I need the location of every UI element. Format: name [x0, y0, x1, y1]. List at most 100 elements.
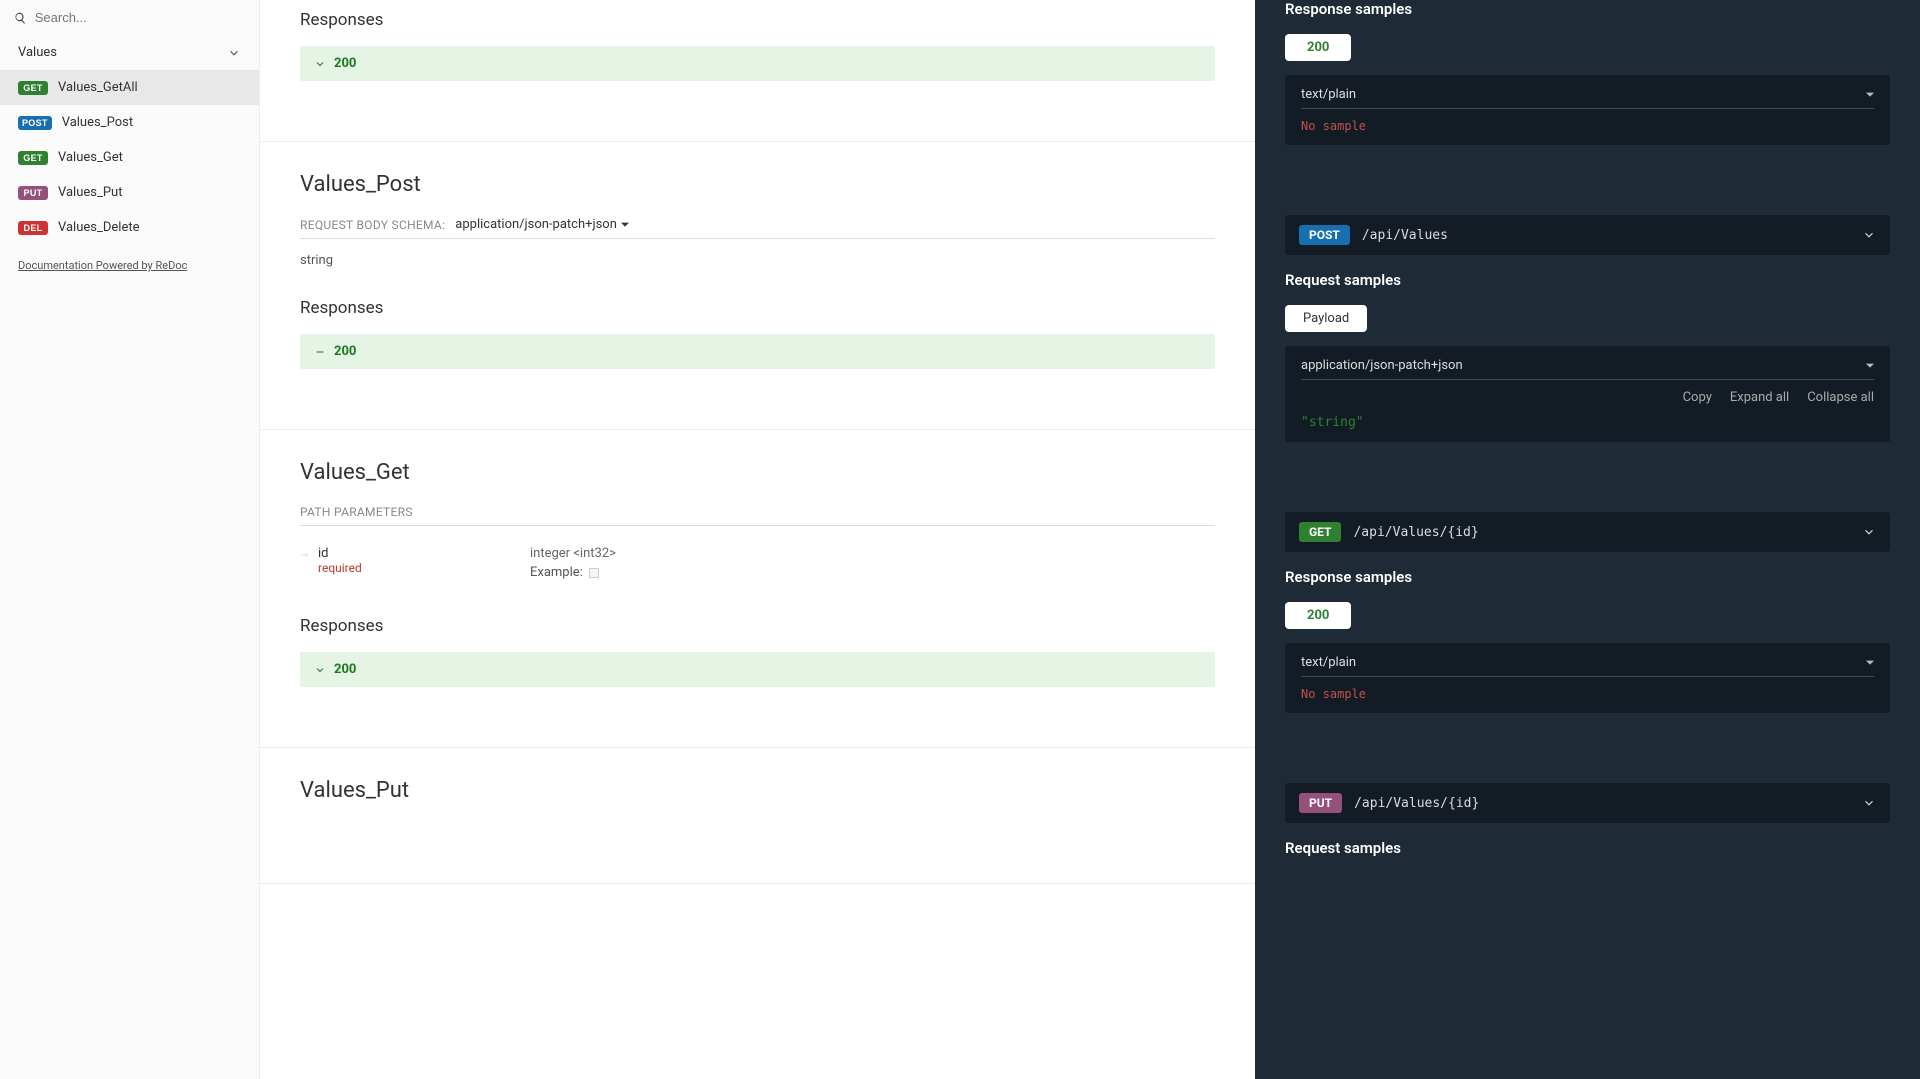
- method-badge-put: PUT: [1299, 793, 1342, 813]
- request-body-schema-row: REQUEST BODY SCHEMA: application/json-pa…: [300, 217, 1215, 239]
- code-actions: Copy Expand all Collapse all: [1301, 390, 1874, 405]
- response-sample-block-get: GET /api/Values/{id} Response samples 20…: [1285, 492, 1890, 763]
- method-badge-get: GET: [1299, 522, 1341, 542]
- payload-tab[interactable]: Payload: [1285, 305, 1367, 332]
- response-code: 200: [334, 56, 356, 71]
- content-type-selector[interactable]: text/plain: [1301, 87, 1874, 109]
- response-200-toggle[interactable]: 200: [300, 334, 1215, 369]
- samples-panel: Response samples 200 text/plain No sampl…: [1255, 0, 1920, 1079]
- sidebar-group-label: Values: [18, 45, 57, 60]
- operation-title: Values_Get: [300, 460, 1215, 485]
- endpoint-path: /api/Values: [1362, 228, 1850, 243]
- sidebar-item-label: Values_Put: [58, 185, 122, 200]
- method-badge-get: GET: [18, 81, 48, 95]
- status-tab-200[interactable]: 200: [1285, 34, 1351, 61]
- search-input[interactable]: [35, 10, 245, 25]
- caret-down-icon: [1866, 91, 1874, 99]
- response-code: 200: [334, 344, 356, 359]
- search-field[interactable]: [0, 0, 259, 35]
- main-content: Responses 200 Values_Post REQUEST BODY S…: [260, 0, 1255, 1079]
- sidebar-item-label: Values_Post: [62, 115, 133, 130]
- sidebar-item-label: Values_Get: [58, 150, 123, 165]
- method-badge-post: POST: [1299, 225, 1350, 245]
- no-sample-text: No sample: [1301, 687, 1874, 701]
- responses-heading: Responses: [300, 616, 1215, 636]
- operation-title: Values_Post: [300, 172, 1215, 197]
- request-body-schema-label: REQUEST BODY SCHEMA:: [300, 218, 445, 232]
- endpoint-bar-get[interactable]: GET /api/Values/{id}: [1285, 512, 1890, 552]
- param-required: required: [318, 561, 362, 575]
- collapse-all-button[interactable]: Collapse all: [1807, 390, 1874, 405]
- sidebar-item-label: Values_Delete: [58, 220, 139, 235]
- param-name: id: [318, 546, 362, 561]
- sample-body: "string": [1301, 415, 1874, 430]
- copy-button[interactable]: Copy: [1683, 390, 1712, 405]
- response-samples-heading: Response samples: [1285, 568, 1890, 586]
- status-tab-200[interactable]: 200: [1285, 602, 1351, 629]
- endpoint-bar-put[interactable]: PUT /api/Values/{id}: [1285, 783, 1890, 823]
- method-badge-get: GET: [18, 151, 48, 165]
- content-type-value: text/plain: [1301, 655, 1356, 670]
- content-type-value: application/json-patch+json: [1301, 358, 1463, 373]
- operation-section-get: Values_Get PATH PARAMETERS id required i…: [260, 430, 1255, 748]
- param-example-label: Example:: [530, 565, 583, 580]
- sidebar-item-values-getall[interactable]: GET Values_GetAll: [0, 70, 259, 105]
- operation-section-post: Values_Post REQUEST BODY SCHEMA: applica…: [260, 142, 1255, 430]
- sidebar-item-values-post[interactable]: POST Values_Post: [0, 105, 259, 140]
- request-samples-heading: Request samples: [1285, 271, 1890, 289]
- chevron-down-icon: [314, 58, 326, 70]
- sidebar-item-values-put[interactable]: PUT Values_Put: [0, 175, 259, 210]
- endpoint-path: /api/Values/{id}: [1354, 796, 1850, 811]
- response-code: 200: [334, 662, 356, 677]
- minus-icon: [314, 346, 326, 358]
- content-type-value: application/json-patch+json: [455, 217, 617, 232]
- sidebar-item-label: Values_GetAll: [58, 80, 138, 95]
- path-parameters-heading: PATH PARAMETERS: [300, 505, 1215, 526]
- sidebar-group-values[interactable]: Values: [0, 35, 259, 70]
- search-icon: [14, 11, 27, 25]
- sidebar: Values GET Values_GetAll POST Values_Pos…: [0, 0, 260, 1079]
- endpoint-bar-post[interactable]: POST /api/Values: [1285, 215, 1890, 255]
- chevron-down-icon: [1862, 796, 1876, 810]
- operation-title: Values_Put: [300, 778, 1215, 803]
- operation-section-getall: Responses 200: [260, 0, 1255, 142]
- sample-box: text/plain No sample: [1285, 75, 1890, 145]
- operation-section-put: Values_Put: [260, 748, 1255, 884]
- param-row-id: id required integer <int32> Example:: [300, 540, 1215, 586]
- schema-type: string: [300, 253, 1215, 268]
- request-sample-block-put: PUT /api/Values/{id} Request samples: [1285, 763, 1890, 923]
- sample-box: application/json-patch+json Copy Expand …: [1285, 346, 1890, 442]
- chevron-down-icon: [227, 46, 241, 60]
- chevron-down-icon: [1862, 525, 1876, 539]
- content-type-value: text/plain: [1301, 87, 1356, 102]
- responses-heading: Responses: [300, 298, 1215, 318]
- powered-by-link[interactable]: Documentation Powered by ReDoc: [0, 245, 259, 286]
- caret-down-icon: [1866, 659, 1874, 667]
- chevron-down-icon: [1862, 228, 1876, 242]
- content-type-selector[interactable]: application/json-patch+json: [455, 217, 629, 232]
- response-200-toggle[interactable]: 200: [300, 652, 1215, 687]
- sample-box: text/plain No sample: [1285, 643, 1890, 713]
- request-samples-heading: Request samples: [1285, 839, 1890, 857]
- request-sample-block-post: POST /api/Values Request samples Payload…: [1285, 195, 1890, 492]
- response-samples-heading: Response samples: [1285, 0, 1890, 18]
- caret-down-icon: [1866, 362, 1874, 370]
- content-type-selector[interactable]: text/plain: [1301, 655, 1874, 677]
- chevron-down-icon: [314, 664, 326, 676]
- param-example-value: [589, 568, 599, 578]
- response-sample-block-getall: Response samples 200 text/plain No sampl…: [1285, 0, 1890, 195]
- param-type: integer <int32>: [530, 546, 616, 561]
- endpoint-path: /api/Values/{id}: [1353, 525, 1850, 540]
- arrow-icon: [300, 550, 310, 560]
- no-sample-text: No sample: [1301, 119, 1874, 133]
- method-badge-post: POST: [18, 116, 52, 130]
- method-badge-put: PUT: [18, 186, 48, 200]
- responses-heading: Responses: [300, 10, 1215, 30]
- expand-all-button[interactable]: Expand all: [1730, 390, 1789, 405]
- sidebar-item-values-delete[interactable]: DEL Values_Delete: [0, 210, 259, 245]
- content-type-selector[interactable]: application/json-patch+json: [1301, 358, 1874, 380]
- sidebar-item-values-get[interactable]: GET Values_Get: [0, 140, 259, 175]
- method-badge-del: DEL: [18, 221, 48, 235]
- caret-down-icon: [621, 221, 629, 229]
- response-200-toggle[interactable]: 200: [300, 46, 1215, 81]
